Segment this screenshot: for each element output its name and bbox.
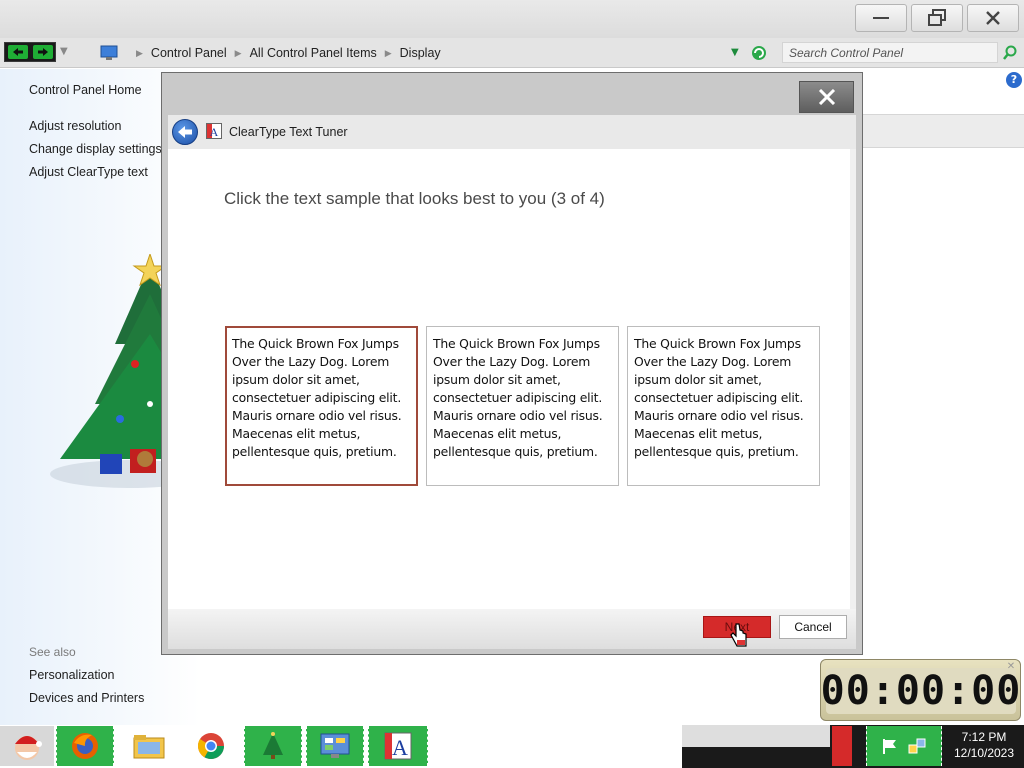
firefox-icon: [72, 733, 98, 759]
back-nav-button[interactable]: [5, 43, 30, 61]
chrome-icon: [197, 733, 224, 759]
stopwatch-gadget: 00:00:00 ✕: [820, 659, 1021, 721]
arrow-left-icon: [12, 48, 23, 56]
breadcrumb-display[interactable]: Display: [400, 46, 441, 60]
address-dropdown-arrow[interactable]: ▼: [731, 47, 739, 58]
tray-show-desktop-edge[interactable]: [832, 726, 852, 766]
refresh-icon[interactable]: [750, 44, 768, 62]
taskbar-firefox[interactable]: [56, 726, 114, 766]
start-button[interactable]: [0, 726, 54, 766]
arrow-left-icon: [178, 126, 192, 138]
arrow-right-icon: [37, 48, 48, 56]
clock-date: 12/10/2023: [953, 746, 1015, 760]
cleartype-tuner-icon: A: [206, 123, 222, 139]
nav-buttons: [4, 42, 56, 62]
breadcrumb-separator: ▶: [136, 47, 143, 58]
dialog-title: ClearType Text Tuner: [229, 125, 348, 139]
close-icon: [986, 11, 1000, 25]
breadcrumb-all-items[interactable]: All Control Panel Items: [250, 46, 377, 60]
dialog-header: A ClearType Text Tuner: [168, 115, 856, 149]
christmas-tree-icon: [263, 732, 283, 759]
page-instruction: Click the text sample that looks best to…: [224, 189, 605, 208]
minimize-button[interactable]: [855, 4, 907, 32]
svg-text:A: A: [392, 735, 408, 760]
restore-icon: [928, 9, 946, 26]
help-icon[interactable]: ?: [1006, 72, 1022, 88]
gadget-close-icon[interactable]: ✕: [1005, 661, 1017, 673]
adjust-resolution-link[interactable]: Adjust resolution: [29, 119, 121, 133]
control-panel-icon: [100, 45, 118, 60]
santa-start-icon: [15, 736, 42, 760]
taskbar-chrome[interactable]: [182, 726, 240, 766]
dialog-body: Click the text sample that looks best to…: [168, 149, 856, 609]
taskbar-empty-area: [682, 725, 830, 747]
search-input[interactable]: Search Control Panel: [782, 42, 998, 63]
taskbar-control-panel[interactable]: [306, 726, 364, 766]
window-close-button[interactable]: [967, 4, 1019, 32]
breadcrumb: ▶ Control Panel ▶ All Control Panel Item…: [100, 41, 441, 65]
text-sample-3[interactable]: The Quick Brown Fox Jumps Over the Lazy …: [627, 326, 820, 486]
cleartype-tuner-icon: A: [384, 732, 412, 760]
flag-icon: [883, 739, 896, 754]
search-icon[interactable]: [1002, 45, 1018, 61]
dialog-footer: Next Cancel: [168, 609, 856, 649]
breadcrumb-separator: ▶: [234, 47, 242, 58]
close-icon: [818, 89, 835, 105]
taskbar-christmas-tree[interactable]: [244, 726, 302, 766]
devices-and-printers-link[interactable]: Devices and Printers: [29, 691, 144, 705]
svg-text:A: A: [210, 125, 219, 139]
hand-cursor-icon: [730, 623, 747, 647]
dialog-close-button[interactable]: [799, 81, 854, 113]
taskbar-cleartype-tuner[interactable]: A: [368, 726, 428, 766]
window-titlebar: [0, 0, 1024, 38]
taskbar: A 7:12 PM 12/10/2023: [0, 725, 1024, 768]
text-sample-1[interactable]: The Quick Brown Fox Jumps Over the Lazy …: [225, 326, 418, 486]
control-panel-icon: [320, 733, 350, 758]
breadcrumb-separator: ▶: [384, 47, 392, 58]
address-bar: ▼ ▶ Control Panel ▶ All Control Panel It…: [0, 38, 1024, 68]
stopwatch-display: 00:00:00: [820, 668, 1022, 714]
change-display-settings-link[interactable]: Change display settings: [29, 142, 162, 156]
control-panel-home-link[interactable]: Control Panel Home: [29, 83, 142, 97]
breadcrumb-control-panel[interactable]: Control Panel: [151, 46, 227, 60]
text-sample-2[interactable]: The Quick Brown Fox Jumps Over the Lazy …: [426, 326, 619, 486]
folder-icon: [133, 735, 165, 759]
see-also-heading: See also: [29, 645, 76, 659]
forward-nav-button[interactable]: [30, 43, 55, 61]
taskbar-file-explorer[interactable]: [118, 726, 180, 766]
restore-button[interactable]: [911, 4, 963, 32]
recent-pages-arrow[interactable]: ▼: [60, 46, 68, 57]
clock-time: 7:12 PM: [961, 730, 1007, 744]
dialog-back-button[interactable]: [172, 119, 198, 145]
personalization-link[interactable]: Personalization: [29, 668, 114, 682]
dialog-scrollbar[interactable]: [850, 149, 856, 609]
network-icon: [908, 738, 926, 754]
system-tray[interactable]: [866, 726, 942, 766]
minimize-icon: [873, 17, 889, 19]
cleartype-dialog: A ClearType Text Tuner Click the text sa…: [161, 72, 863, 655]
adjust-cleartype-link[interactable]: Adjust ClearType text: [29, 165, 148, 179]
taskbar-clock[interactable]: 7:12 PM 12/10/2023: [944, 729, 1024, 761]
background-content-strip: [862, 114, 1024, 148]
cancel-button[interactable]: Cancel: [779, 615, 847, 639]
